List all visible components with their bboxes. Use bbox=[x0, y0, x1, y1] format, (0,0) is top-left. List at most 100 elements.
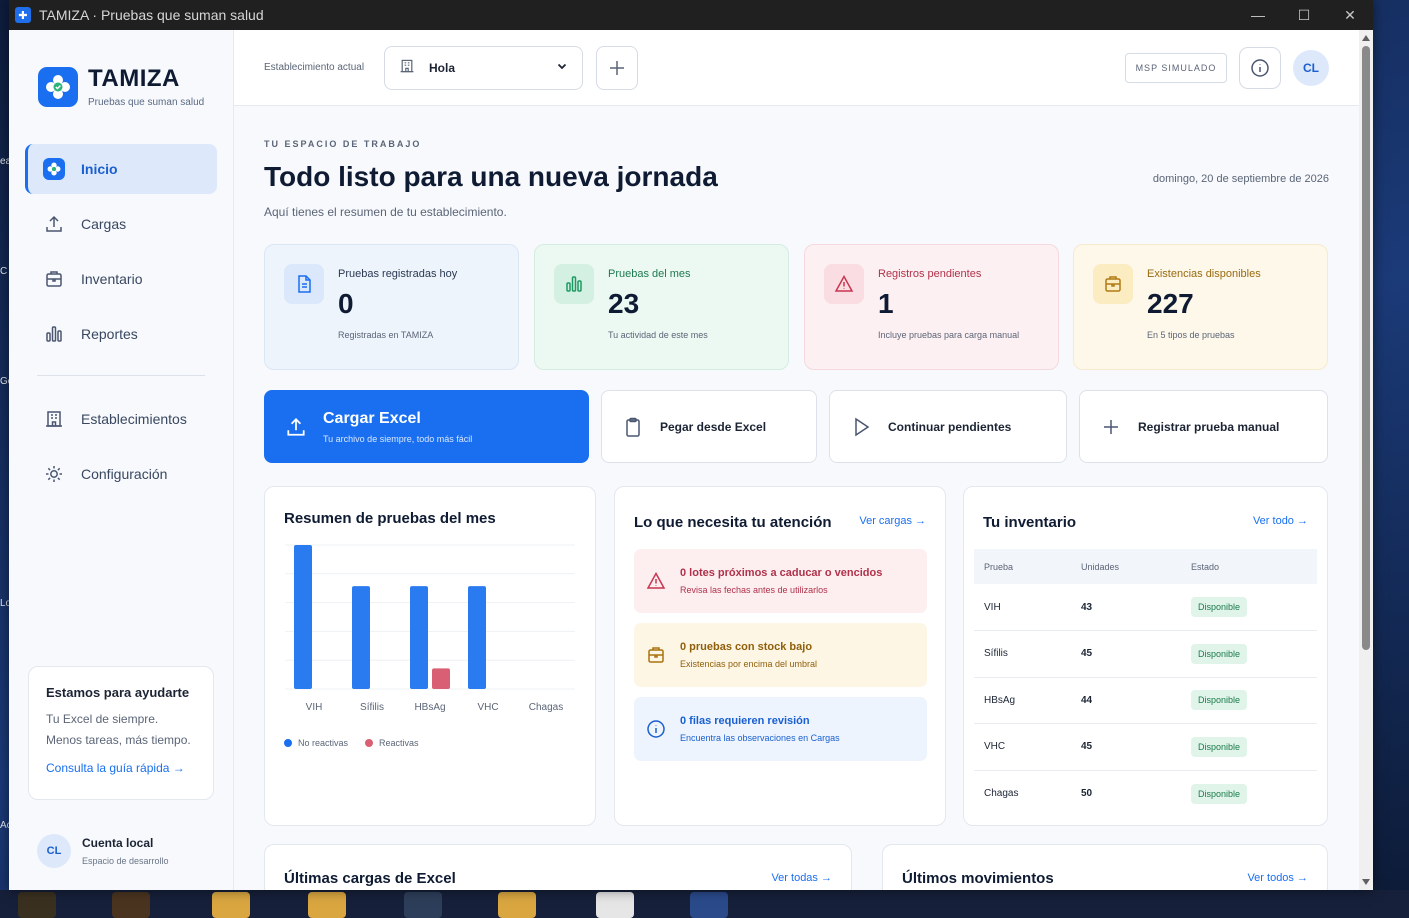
scrollbar-thumb[interactable] bbox=[1362, 46, 1370, 650]
help-title: Estamos para ayudarte bbox=[46, 685, 190, 700]
status-badge: Disponible bbox=[1191, 783, 1248, 804]
plus-icon bbox=[1100, 416, 1122, 438]
inventory-box-icon bbox=[43, 268, 65, 290]
account-subtitle: Espacio de desarrollo bbox=[82, 856, 169, 866]
table-row[interactable]: HBsAg 44 Disponible bbox=[974, 677, 1317, 724]
app-icon: ✚ bbox=[15, 7, 31, 23]
taskbar-app-icon[interactable] bbox=[112, 892, 150, 918]
brand-tagline: Pruebas que suman salud bbox=[88, 97, 205, 108]
table-row[interactable]: VHC 45 Disponible bbox=[974, 723, 1317, 771]
vertical-scrollbar[interactable] bbox=[1359, 30, 1373, 890]
sidebar-item-reportes[interactable]: Reportes bbox=[25, 309, 217, 359]
taskbar-pdf-icon[interactable] bbox=[596, 892, 634, 918]
column-header: Estado bbox=[1181, 549, 1317, 584]
view-uploads-link[interactable]: Ver cargas → bbox=[859, 515, 926, 527]
table-row[interactable]: VIH 43 Disponible bbox=[974, 584, 1317, 631]
stat-label: Registros pendientes bbox=[878, 268, 982, 280]
stat-card-tests-month: Pruebas del mes 23 Tu actividad de este … bbox=[534, 244, 789, 370]
test-name: Sífilis bbox=[974, 630, 1071, 678]
maximize-button[interactable]: ☐ bbox=[1281, 0, 1327, 30]
alert-expiring-lots[interactable]: 0 lotes próximos a caducar o vencidos Re… bbox=[634, 549, 927, 613]
minimize-button[interactable]: — bbox=[1235, 0, 1281, 30]
app-window: ✚ TAMIZA · Pruebas que suman salud — ☐ ✕… bbox=[9, 0, 1373, 890]
sidebar-item-configuracion[interactable]: Configuración bbox=[25, 449, 217, 499]
close-button[interactable]: ✕ bbox=[1327, 0, 1373, 30]
stat-value: 1 bbox=[878, 288, 894, 319]
window-title: TAMIZA · Pruebas que suman salud bbox=[39, 7, 264, 23]
gear-icon bbox=[43, 463, 65, 485]
warning-icon bbox=[645, 570, 667, 592]
sidebar-item-establecimientos[interactable]: Establecimientos bbox=[25, 394, 217, 444]
main-content: TU ESPACIO DE TRABAJO Todo listo para un… bbox=[234, 106, 1359, 890]
test-name: VIH bbox=[974, 584, 1071, 631]
status-badge: Disponible bbox=[1191, 736, 1248, 757]
add-establishment-button[interactable] bbox=[596, 46, 638, 90]
chart-bar bbox=[468, 586, 486, 689]
recent-movements-card: Últimos movimientos Ver todos → bbox=[882, 844, 1328, 890]
alert-subtitle: Revisa las fechas antes de utilizarlos bbox=[680, 585, 828, 595]
column-header: Prueba bbox=[974, 549, 1071, 584]
taskbar-app-icon[interactable] bbox=[18, 892, 56, 918]
continue-pending-button[interactable]: Continuar pendientes bbox=[829, 390, 1067, 463]
avatar[interactable]: CL bbox=[1293, 50, 1329, 86]
account-name: Cuenta local bbox=[82, 836, 154, 850]
bar-chart-icon bbox=[43, 323, 65, 345]
monthly-summary-card: Resumen de pruebas del mes VIH Sífilis HBs… bbox=[264, 486, 596, 826]
establishment-select[interactable]: Hola bbox=[384, 46, 583, 90]
sidebar-divider bbox=[37, 375, 205, 376]
taskbar-tamiza-icon[interactable] bbox=[690, 892, 728, 918]
view-all-inventory-link[interactable]: Ver todo → bbox=[1253, 515, 1308, 527]
sidebar-item-label: Establecimientos bbox=[81, 411, 187, 427]
sidebar-item-label: Inventario bbox=[81, 271, 143, 287]
establishment-label: Establecimiento actual bbox=[264, 62, 365, 73]
box-icon bbox=[645, 644, 667, 666]
sidebar-item-label: Reportes bbox=[81, 326, 138, 342]
taskbar-app-icon[interactable] bbox=[404, 892, 442, 918]
register-manual-button[interactable]: Registrar prueba manual bbox=[1079, 390, 1328, 463]
upload-excel-title: Cargar Excel bbox=[323, 409, 421, 427]
legend-swatch bbox=[365, 739, 374, 747]
chart-bar bbox=[352, 586, 370, 689]
sidebar-item-label: Cargas bbox=[81, 216, 127, 232]
stat-value: 227 bbox=[1147, 288, 1194, 319]
view-all-movements-link[interactable]: Ver todos → bbox=[1247, 872, 1308, 884]
taskbar-folder-icon[interactable] bbox=[212, 892, 250, 918]
quick-guide-link[interactable]: Consulta la guía rápida → bbox=[46, 761, 196, 775]
sidebar-item-inventario[interactable]: Inventario bbox=[25, 254, 217, 304]
stat-note: Registradas en TAMIZA bbox=[338, 330, 434, 340]
view-all-uploads-link[interactable]: Ver todas → bbox=[771, 872, 832, 884]
building-icon bbox=[399, 58, 415, 79]
play-icon bbox=[850, 416, 872, 438]
establishment-value: Hola bbox=[429, 61, 456, 75]
sidebar-item-cargas[interactable]: Cargas bbox=[25, 199, 217, 249]
info-button[interactable] bbox=[1239, 47, 1281, 89]
status-badge: Disponible bbox=[1191, 597, 1248, 617]
upload-excel-button[interactable]: Cargar Excel Tu archivo de siempre, todo… bbox=[264, 390, 589, 463]
sidebar-item-inicio[interactable]: Inicio bbox=[25, 144, 217, 194]
test-units: 50 bbox=[1081, 788, 1093, 799]
alert-title: 0 lotes próximos a caducar o vencidos bbox=[680, 567, 883, 579]
brand: TAMIZA Pruebas que suman salud bbox=[38, 66, 204, 108]
stat-value: 0 bbox=[338, 288, 354, 319]
stat-note: En 5 tipos de pruebas bbox=[1147, 330, 1235, 340]
taskbar-folder-icon[interactable] bbox=[308, 892, 346, 918]
paste-from-excel-button[interactable]: Pegar desde Excel bbox=[601, 390, 817, 463]
account-card[interactable]: CL Cuenta local Espacio de desarrollo bbox=[37, 834, 169, 868]
scroll-up-arrow[interactable] bbox=[1362, 35, 1370, 41]
alert-rows-review[interactable]: 0 filas requieren revisión Encuentra las… bbox=[634, 697, 927, 761]
test-name: HBsAg bbox=[974, 677, 1071, 724]
card-title: Últimos movimientos bbox=[902, 870, 1054, 887]
table-row[interactable]: Chagas 50 Disponible bbox=[974, 770, 1317, 817]
table-row[interactable]: Sífilis 45 Disponible bbox=[974, 630, 1317, 678]
alert-title: 0 pruebas con stock bajo bbox=[680, 641, 813, 653]
alert-low-stock[interactable]: 0 pruebas con stock bajo Existencias por… bbox=[634, 623, 927, 687]
tamiza-logo-icon bbox=[38, 67, 78, 107]
paste-from-excel-label: Pegar desde Excel bbox=[660, 419, 767, 434]
test-name: Chagas bbox=[984, 788, 1019, 799]
x-tick-label: HBsAg bbox=[414, 702, 445, 713]
legend-label: No reactivas bbox=[298, 738, 349, 748]
upload-excel-subtitle: Tu archivo de siempre, todo más fácil bbox=[323, 433, 473, 444]
x-tick-label: Sífilis bbox=[360, 702, 384, 713]
scroll-down-arrow[interactable] bbox=[1362, 879, 1370, 885]
taskbar-folder-icon[interactable] bbox=[498, 892, 536, 918]
